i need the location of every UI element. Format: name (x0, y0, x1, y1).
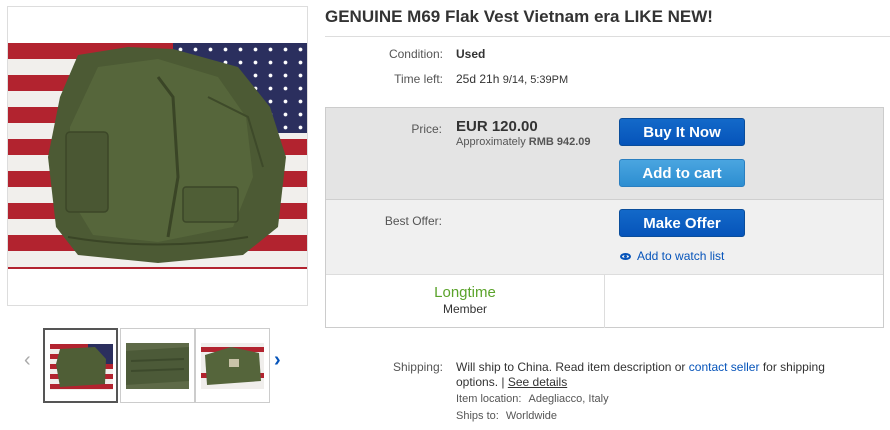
thumbnail-1-image (50, 344, 113, 390)
time-left-value: 25d 21h 9/14, 5:39PM (456, 72, 568, 86)
price-value: EUR 120.00 (456, 118, 538, 135)
chevron-right-icon[interactable]: › (274, 350, 281, 370)
see-details-link[interactable]: See details (508, 375, 567, 389)
add-to-watch-list-link[interactable]: Add to watch list (620, 249, 724, 263)
contact-seller-link[interactable]: contact seller (689, 360, 760, 374)
listing-title: GENUINE M69 Flak Vest Vietnam era LIKE N… (325, 7, 713, 26)
time-left-remaining: 25d 21h (456, 72, 500, 86)
shipping-text: Will ship to China. Read item descriptio… (456, 360, 876, 390)
ships-to: Ships to: Worldwide (456, 410, 557, 422)
buy-it-now-button[interactable]: Buy It Now (619, 118, 745, 146)
time-left-label: Time left: (394, 72, 443, 86)
thumbnail-3-image (201, 343, 264, 389)
thumbnail-3[interactable] (195, 328, 270, 403)
watch-list-label: Add to watch list (637, 249, 725, 263)
item-location-label: Item location: (456, 393, 522, 405)
best-offer-row (326, 200, 883, 274)
eye-icon (620, 253, 631, 260)
price-approx-value: RMB 942.09 (528, 136, 591, 148)
ships-to-value: Worldwide (505, 410, 558, 422)
thumbnail-2[interactable] (120, 328, 195, 403)
shipping-options-text: options. | (456, 375, 505, 389)
ships-to-label: Ships to: (456, 410, 499, 422)
main-product-image[interactable] (7, 6, 308, 306)
title-divider (325, 36, 890, 37)
price-approx: Approximately RMB 942.09 (456, 136, 591, 148)
shipping-label: Shipping: (392, 360, 443, 374)
make-offer-button[interactable]: Make Offer (619, 209, 745, 237)
best-offer-label: Best Offer: (384, 214, 442, 228)
chevron-left-icon[interactable]: ‹ (24, 350, 31, 370)
condition-label: Condition: (388, 47, 443, 61)
seller-row-divider (604, 275, 605, 328)
vest-image (48, 47, 286, 263)
condition-value: Used (456, 47, 486, 61)
longtime-member-title: Longtime (434, 284, 496, 301)
item-location-value: Adegliacco, Italy (528, 393, 609, 405)
thumbnail-2-image (126, 343, 189, 389)
longtime-member-subtitle: Member (442, 302, 487, 316)
price-approx-prefix: Approximately (456, 136, 526, 148)
item-location: Item location: Adegliacco, Italy (456, 393, 609, 405)
time-left-end: 9/14, 5:39PM (502, 74, 569, 86)
thumbnail-1[interactable] (43, 328, 118, 403)
price-label: Price: (411, 122, 442, 136)
shipping-text-before: Will ship to China. Read item descriptio… (456, 360, 686, 374)
add-to-cart-button[interactable]: Add to cart (619, 159, 745, 187)
shipping-text-after: for shipping (762, 360, 825, 374)
